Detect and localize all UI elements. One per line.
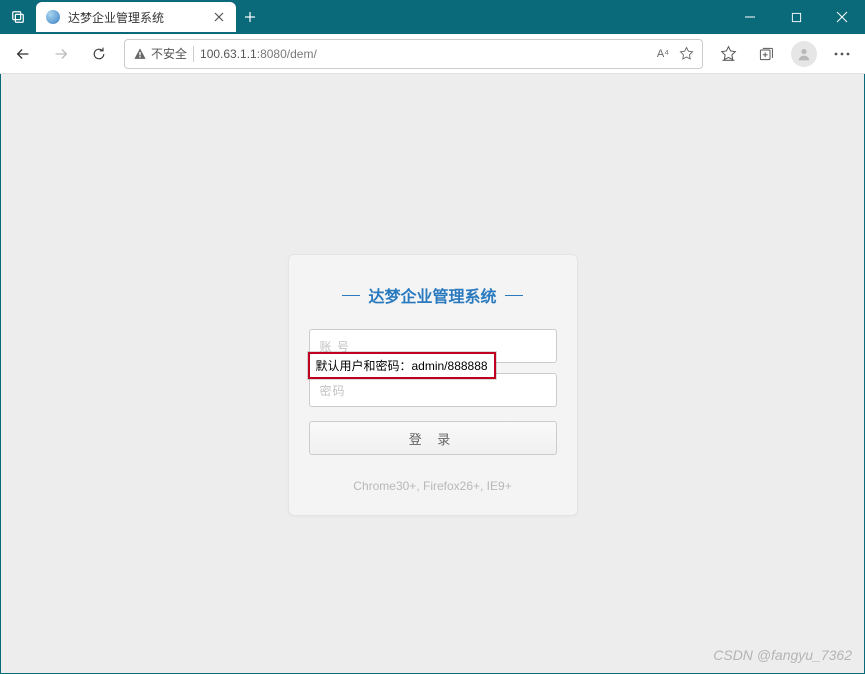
decorative-dash xyxy=(505,295,523,296)
tab-favicon-icon xyxy=(46,10,60,24)
browser-toolbar: 不安全 100.63.1.1:8080/dem/ A⁴ xyxy=(0,34,865,74)
password-placeholder: 密码 xyxy=(320,382,346,399)
tab-title: 达梦企业管理系统 xyxy=(68,9,204,26)
nav-refresh-button[interactable] xyxy=(82,38,116,70)
nav-back-button[interactable] xyxy=(6,38,40,70)
page-content: 达梦企业管理系统 账 号 默认用户和密码：admin/888888 密码 登 录… xyxy=(1,74,864,673)
favorites-button[interactable] xyxy=(711,38,745,70)
window-close-button[interactable] xyxy=(819,0,865,34)
nav-forward-button[interactable] xyxy=(44,38,78,70)
profile-button[interactable] xyxy=(791,41,817,67)
tab-actions-icon[interactable] xyxy=(6,5,30,29)
tab-close-button[interactable] xyxy=(212,10,226,24)
window-maximize-button[interactable] xyxy=(773,0,819,34)
browser-tab[interactable]: 达梦企业管理系统 xyxy=(36,2,236,32)
watermark-text: CSDN @fangyu_7362 xyxy=(713,647,852,663)
address-bar[interactable]: 不安全 100.63.1.1:8080/dem/ A⁴ xyxy=(124,39,703,69)
credentials-callout: 默认用户和密码：admin/888888 xyxy=(308,352,496,379)
decorative-dash xyxy=(342,295,360,296)
security-label: 不安全 xyxy=(151,45,187,62)
window-minimize-button[interactable] xyxy=(727,0,773,34)
url-text: 100.63.1.1:8080/dem/ xyxy=(200,47,651,61)
window-titlebar: 达梦企业管理系统 xyxy=(0,0,865,34)
security-indicator[interactable]: 不安全 xyxy=(133,45,187,62)
new-tab-button[interactable] xyxy=(236,3,264,31)
browser-compat-text: Chrome30+, Firefox26+, IE9+ xyxy=(309,479,557,493)
menu-button[interactable] xyxy=(825,38,859,70)
favorite-icon[interactable] xyxy=(679,46,694,61)
login-button[interactable]: 登 录 xyxy=(309,421,557,455)
window-controls xyxy=(727,0,865,34)
login-title: 达梦企业管理系统 xyxy=(309,283,557,307)
divider xyxy=(193,46,194,62)
login-panel: 达梦企业管理系统 账 号 默认用户和密码：admin/888888 密码 登 录… xyxy=(288,254,578,516)
username-input[interactable]: 账 号 默认用户和密码：admin/888888 xyxy=(309,329,557,363)
warning-icon xyxy=(133,47,147,61)
reader-mode-icon[interactable]: A⁴ xyxy=(657,48,669,60)
collections-button[interactable] xyxy=(749,38,783,70)
